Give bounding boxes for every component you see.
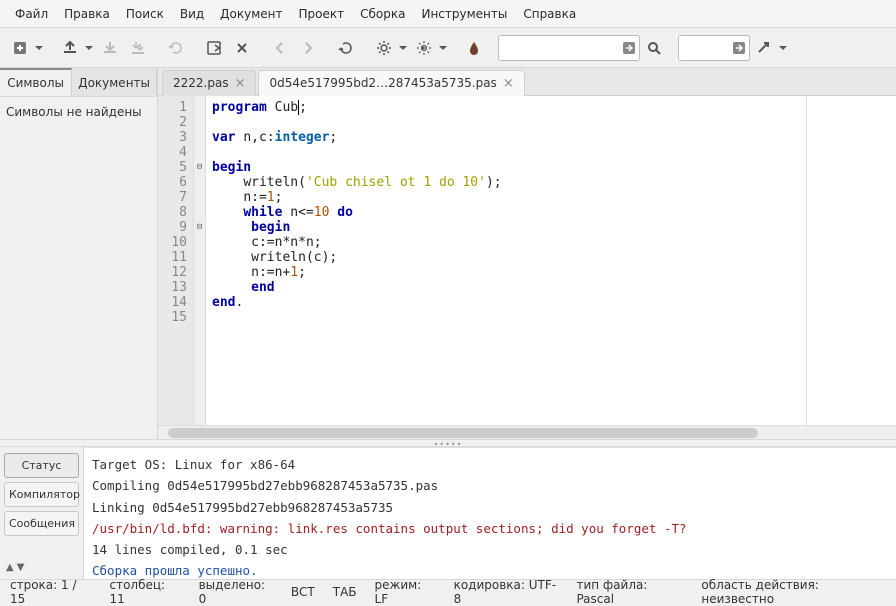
bottom-nav-up[interactable]: ▲ [6,562,14,573]
editor-area: 2222.pas × 0d54e517995bd2…287453a5735.pas ×… [158,68,896,439]
goto-button[interactable] [750,34,778,62]
status-line: строка: 1 / 15 [10,578,91,606]
nav-back-button [266,34,294,62]
compiler-console[interactable]: Target OS: Linux for x86-64Compiling 0d5… [84,447,896,579]
save-all-button [124,34,152,62]
status-encoding: кодировка: UTF-8 [454,578,559,606]
revert-button [162,34,190,62]
close-icon[interactable]: × [235,77,246,90]
console-line: /usr/bin/ld.bfd: warning: link.res conta… [92,518,888,539]
goto-field-wrap [678,35,750,61]
scrollbar-thumb[interactable] [168,428,758,438]
bottom-tab-Статус[interactable]: Статус [4,453,79,478]
close-tab-button[interactable] [200,34,228,62]
open-recent-dropdown[interactable] [82,34,96,62]
close-icon[interactable]: × [503,77,514,90]
run-button[interactable] [410,34,438,62]
bottom-nav: ▲ ▼ [4,562,79,573]
menu-Файл[interactable]: Файл [8,5,55,23]
console-line: Target OS: Linux for x86-64 [92,454,888,475]
console-line: 14 lines compiled, 0.1 sec [92,539,888,560]
editor-tabstrip: 2222.pas × 0d54e517995bd2…287453a5735.pas × [158,68,896,96]
menu-Вид[interactable]: Вид [173,5,211,23]
sidebar-tab-0[interactable]: Символы [0,68,72,96]
status-scope: область действия: неизвестно [701,578,886,606]
status-filetype: тип файла: Pascal [576,578,683,606]
statusbar: строка: 1 / 15 столбец: 11 выделено: 0 В… [0,579,896,603]
editor[interactable]: 123456789101112131415 ⊟⊟ program Cub;var… [158,96,896,425]
status-tab: ТАБ [333,585,357,599]
goto-dropdown[interactable] [776,34,790,62]
search-button[interactable] [640,34,668,62]
search-field-wrap [498,35,640,61]
status-col: столбец: 11 [109,578,180,606]
menu-Поиск[interactable]: Поиск [119,5,171,23]
pane-resizer[interactable]: ••••• [0,439,896,447]
goto-line-input[interactable] [679,36,729,60]
color-picker-button[interactable] [460,34,488,62]
new-file-dropdown[interactable] [32,34,46,62]
clear-goto-button[interactable] [729,36,749,60]
save-button [96,34,124,62]
status-eol: режим: LF [375,578,436,606]
line-gutter: 123456789101112131415 [158,96,194,425]
code-view[interactable]: program Cub;var n,c:integer;begin writel… [206,96,896,425]
bottom-panel: Статус Компилятор Сообщения ▲ ▼ Target OS:… [0,447,896,579]
menu-Инструменты[interactable]: Инструменты [414,5,514,23]
build-dropdown[interactable] [396,34,410,62]
sidebar: СимволыДокументы Символы не найдены [0,68,158,439]
menu-Правка[interactable]: Правка [57,5,117,23]
horizontal-scrollbar[interactable] [158,425,896,439]
menu-Проект[interactable]: Проект [292,5,352,23]
run-dropdown[interactable] [436,34,450,62]
console-line: Linking 0d54e517995bd27ebb968287453a5735 [92,497,888,518]
status-insert: ВСТ [291,585,315,599]
bottom-tab-Сообщения[interactable]: Сообщения [4,511,79,536]
open-file-button[interactable] [56,34,84,62]
menubar: ФайлПравкаПоискВидДокументПроектСборкаИн… [0,0,896,28]
menu-Справка[interactable]: Справка [516,5,583,23]
bottom-tab-strip: Статус Компилятор Сообщения ▲ ▼ [0,447,84,579]
nav-forward-button [294,34,322,62]
sidebar-message: Символы не найдены [0,97,157,127]
margin-line [806,96,807,425]
main: СимволыДокументы Символы не найдены 2222… [0,68,896,439]
bottom-nav-down[interactable]: ▼ [17,562,25,573]
console-line: Сборка прошла успешно. [92,560,888,579]
compile-button[interactable] [332,34,360,62]
close-file-button[interactable] [228,34,256,62]
editor-tab-0[interactable]: 2222.pas × [162,70,256,96]
menu-Сборка[interactable]: Сборка [353,5,412,23]
console-line: Compiling 0d54e517995bd27ebb968287453a57… [92,475,888,496]
toolbar [0,28,896,68]
build-button[interactable] [370,34,398,62]
menu-Документ[interactable]: Документ [213,5,289,23]
sidebar-tab-1[interactable]: Документы [72,68,157,96]
editor-tab-label: 0d54e517995bd2…287453a5735.pas [269,76,496,90]
new-file-button[interactable] [6,34,34,62]
editor-tab-1[interactable]: 0d54e517995bd2…287453a5735.pas × [258,70,524,96]
search-input[interactable] [499,36,619,60]
bottom-tab-Компилятор[interactable]: Компилятор [4,482,79,507]
editor-tab-label: 2222.pas [173,76,229,90]
sidebar-tabs: СимволыДокументы [0,68,157,97]
clear-search-button[interactable] [619,36,639,60]
fold-gutter[interactable]: ⊟⊟ [194,96,206,425]
status-sel: выделено: 0 [199,578,273,606]
